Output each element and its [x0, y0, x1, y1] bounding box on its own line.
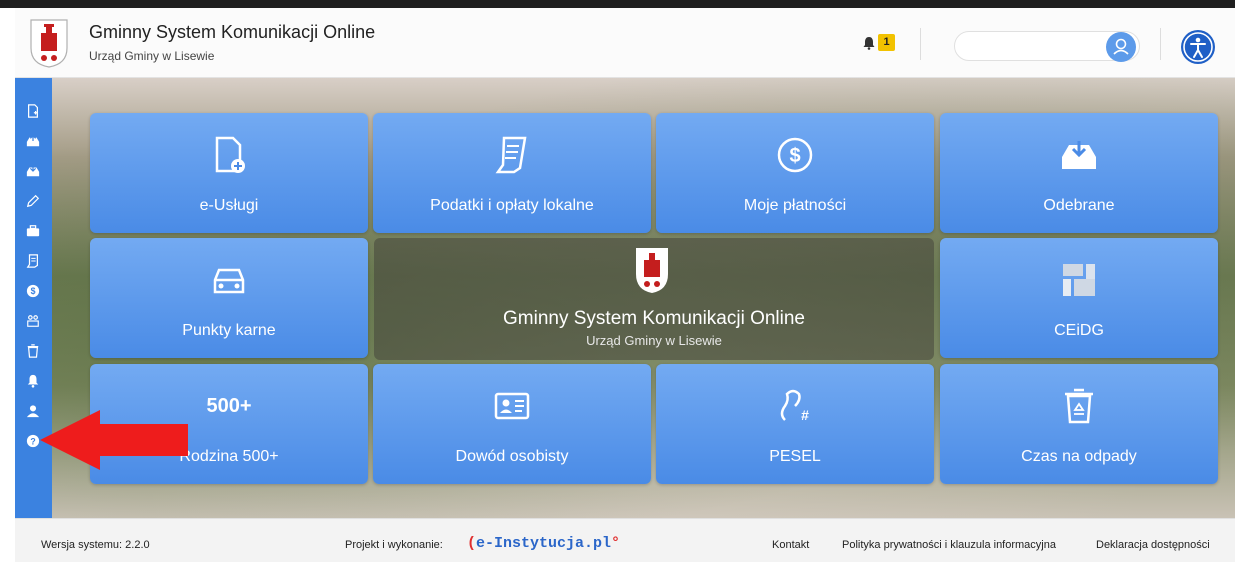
brand-mark: °: [611, 535, 621, 552]
dollar-coin-icon: $: [26, 284, 40, 298]
tile-odebrane[interactable]: Odebrane: [940, 113, 1218, 233]
center-title: Gminny System Komunikacji Online: [503, 308, 805, 329]
center-banner: Gminny System Komunikacji Online Urząd G…: [374, 238, 934, 360]
red-arrow-annotation: [40, 410, 188, 470]
tile-label: Czas na odpady: [1021, 448, 1137, 465]
tile-moje-platnosci[interactable]: $ Moje płatności: [656, 113, 934, 233]
center-subtitle: Urząd Gminy w Lisewie: [586, 333, 722, 348]
accessibility-icon: [1183, 32, 1213, 62]
top-bar-line: [0, 0, 1235, 8]
sidebar-item-odpady[interactable]: [22, 340, 44, 362]
ceidg-logo-icon: [1063, 264, 1095, 296]
crest-logo-icon[interactable]: [29, 18, 69, 68]
sidebar-item-wnioski[interactable]: [22, 190, 44, 212]
pesel-icon: #: [780, 389, 809, 423]
app-title: Gminny System Komunikacji Online: [89, 22, 376, 42]
sidebar-item-sprawy[interactable]: [22, 220, 44, 242]
system-version: Wersja systemu: 2.2.0: [41, 539, 150, 551]
tile-label: Odebrane: [1043, 197, 1115, 214]
sidebar-item-odebrane[interactable]: [22, 160, 44, 182]
tax-scroll-icon: [495, 136, 527, 174]
sidebar-item-rodzina[interactable]: [22, 310, 44, 332]
crest-logo-icon: [636, 248, 668, 293]
footer-link-privacy[interactable]: Polityka prywatności i klauzula informac…: [842, 539, 1056, 551]
tax-scroll-icon: [26, 254, 38, 268]
user-icon: [1113, 38, 1129, 55]
inbox-upload-icon: [26, 134, 40, 147]
tile-dowod-osobisty[interactable]: Dowód osobisty: [373, 364, 651, 484]
e-instytucja-logo-link[interactable]: (e-Instytucja.pl°: [467, 535, 620, 552]
bell-icon[interactable]: [862, 36, 876, 50]
tile-label: Moje płatności: [743, 197, 847, 214]
svg-text:?: ?: [30, 437, 35, 447]
tile-punkty-karne[interactable]: Punkty karne: [90, 238, 368, 358]
new-document-icon: [28, 104, 38, 118]
sidebar-item-powiadomienia[interactable]: [22, 370, 44, 392]
notification-badge[interactable]: 1: [878, 34, 895, 51]
pencil-icon: [26, 194, 40, 208]
trash-icon: [27, 344, 39, 358]
new-document-icon: [215, 136, 245, 173]
car-icon: [213, 268, 245, 294]
brand-text: e-Instytucja.pl: [476, 535, 612, 552]
brand-paren: (: [467, 535, 477, 552]
svg-text:#: #: [801, 407, 809, 423]
sidebar-item-wyslane[interactable]: [22, 130, 44, 152]
footer-link-accessibility-declaration[interactable]: Deklaracja dostępności: [1096, 539, 1210, 551]
people-icon: [27, 315, 39, 327]
recycle-bin-icon: [1065, 388, 1093, 424]
tile-e-uslugi[interactable]: e-Usługi: [90, 113, 368, 233]
tile-label: Dowód osobisty: [455, 448, 569, 465]
tile-pesel[interactable]: # PESEL: [656, 364, 934, 484]
tile-podatki[interactable]: Podatki i opłaty lokalne: [373, 113, 651, 233]
tile-label: e-Usługi: [199, 197, 259, 214]
tile-label: Punkty karne: [182, 322, 276, 339]
dollar-coin-icon: $: [777, 137, 813, 173]
briefcase-icon: [26, 225, 40, 237]
footer: Wersja systemu: 2.2.0 Projekt i wykonani…: [15, 518, 1235, 562]
svg-text:$: $: [31, 286, 36, 296]
inbox-download-icon: [26, 165, 40, 177]
svg-text:$: $: [789, 145, 800, 167]
tile-label: Podatki i opłaty lokalne: [430, 197, 594, 214]
project-credit-label: Projekt i wykonanie:: [345, 539, 443, 551]
bell-icon: [27, 374, 39, 388]
app-subtitle: Urząd Gminy w Lisewie: [89, 49, 215, 63]
header: Gminny System Komunikacji Online Urząd G…: [15, 8, 1235, 78]
sidebar-item-e-uslugi[interactable]: [22, 100, 44, 122]
tile-czas-na-odpady[interactable]: Czas na odpady: [940, 364, 1218, 484]
header-divider: [1160, 28, 1161, 60]
rodzina-500-icon: 500+: [206, 395, 252, 417]
tile-ceidg[interactable]: CEiDG: [940, 238, 1218, 358]
user-avatar-button[interactable]: [1106, 32, 1136, 62]
id-card-icon: [494, 392, 530, 420]
accessibility-button[interactable]: [1181, 30, 1215, 64]
tile-label: CEiDG: [1054, 322, 1104, 339]
tile-label: PESEL: [769, 448, 821, 465]
footer-link-contact[interactable]: Kontakt: [772, 539, 809, 551]
inbox-download-icon: [1062, 141, 1096, 169]
sidebar-item-podatki[interactable]: [22, 250, 44, 272]
sidebar-item-platnosci[interactable]: $: [22, 280, 44, 302]
header-divider: [920, 28, 921, 60]
